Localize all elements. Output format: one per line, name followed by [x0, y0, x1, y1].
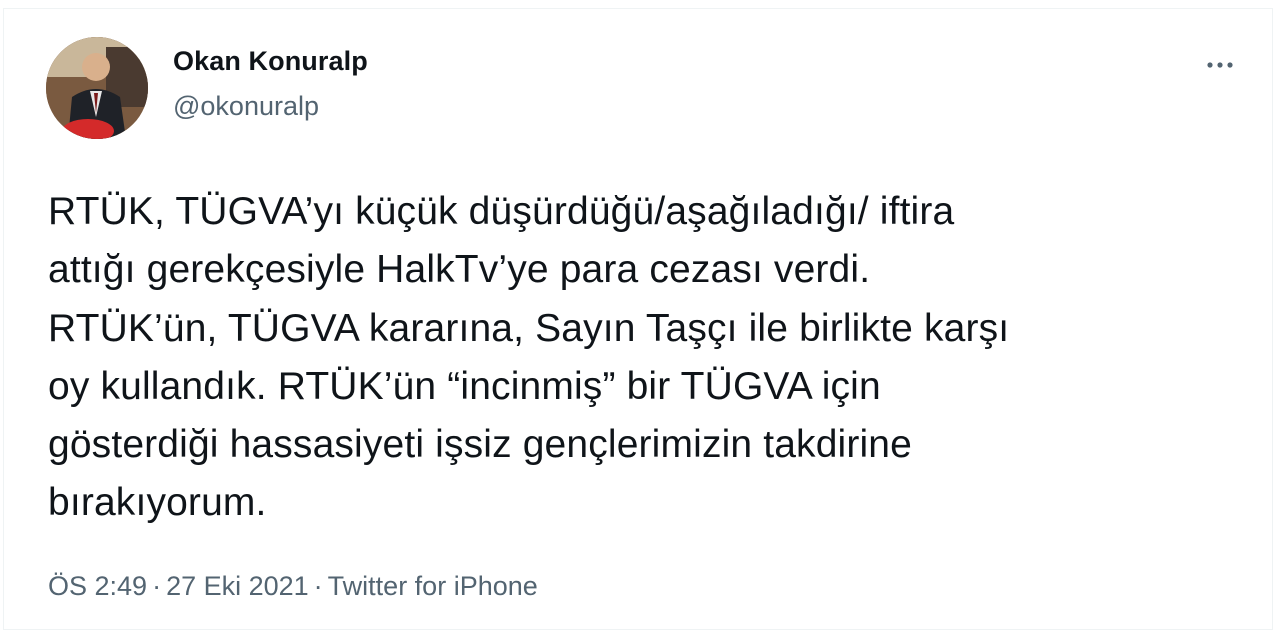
tweet-time[interactable]: ÖS 2:49	[48, 571, 147, 601]
more-options-button[interactable]	[1200, 51, 1240, 79]
meta-separator: ·	[313, 571, 323, 601]
tweet-metadata: ÖS 2:49 · 27 Eki 2021 · Twitter for iPhone	[48, 571, 538, 602]
tweet-date[interactable]: 27 Eki 2021	[166, 571, 309, 601]
tweet-source-link[interactable]: Twitter for iPhone	[328, 571, 538, 601]
avatar-photo-icon	[46, 37, 148, 139]
author-display-name[interactable]: Okan Konuralp	[173, 46, 368, 77]
more-horizontal-icon	[1207, 62, 1233, 68]
tweet-card: Okan Konuralp @okonuralp RTÜK, TÜGVA’yı …	[3, 8, 1273, 630]
tweet-text: RTÜK, TÜGVA’yı küçük düşürdüğü/aşağıladı…	[48, 190, 1010, 525]
author-handle[interactable]: @okonuralp	[173, 91, 319, 122]
meta-separator: ·	[152, 571, 162, 601]
author-avatar[interactable]	[46, 37, 148, 139]
